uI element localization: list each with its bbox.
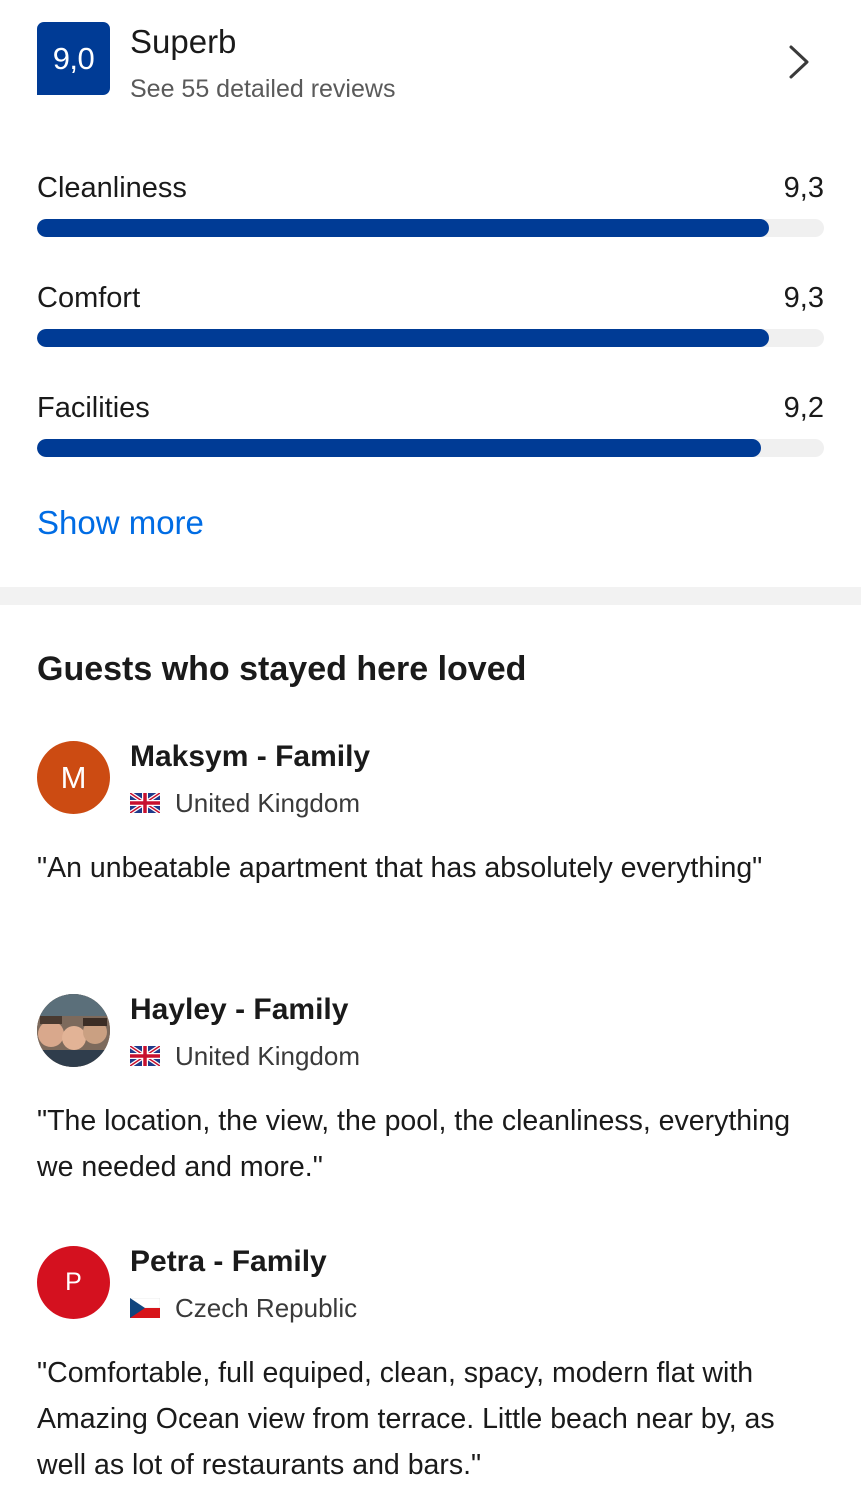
review-text: "Comfortable, full equiped, clean, spacy… bbox=[37, 1357, 775, 1481]
review-text: "The location, the view, the pool, the c… bbox=[37, 1105, 791, 1183]
reviewer-name: Petra - Family bbox=[130, 1245, 327, 1278]
chevron-right-icon[interactable] bbox=[788, 44, 810, 80]
avatar-photo bbox=[37, 994, 110, 1067]
reviewer-country: United Kingdom bbox=[130, 787, 360, 819]
show-more-link[interactable]: Show more bbox=[37, 503, 204, 543]
category-name: Facilities bbox=[37, 392, 150, 424]
reviewer-country: United Kingdom bbox=[130, 1040, 360, 1072]
category-score: 9,2 bbox=[783, 392, 824, 424]
detailed-reviews-link[interactable]: See 55 detailed reviews bbox=[130, 73, 395, 105]
country-name: Czech Republic bbox=[175, 1293, 358, 1323]
category-name: Comfort bbox=[37, 282, 141, 314]
avatar: M bbox=[37, 741, 110, 814]
country-name: United Kingdom bbox=[175, 1041, 360, 1071]
reviewer-name: Hayley - Family bbox=[130, 993, 349, 1026]
review-text: "An unbeatable apartment that has absolu… bbox=[37, 852, 763, 884]
category-facilities: Facilities 9,2 bbox=[37, 390, 824, 470]
uk-flag-icon bbox=[130, 793, 160, 813]
category-name: Cleanliness bbox=[37, 172, 187, 204]
score-bar-fill bbox=[37, 439, 762, 457]
score-bar-fill bbox=[37, 329, 769, 347]
score-bar-track bbox=[37, 329, 824, 347]
score-bar-track bbox=[37, 219, 824, 237]
category-score: 9,3 bbox=[783, 282, 824, 314]
avatar: P bbox=[37, 1246, 110, 1319]
score-bar-track bbox=[37, 439, 824, 457]
czech-flag-icon bbox=[130, 1298, 160, 1318]
country-name: United Kingdom bbox=[175, 788, 360, 818]
reviewer-country: Czech Republic bbox=[130, 1292, 357, 1324]
category-score: 9,3 bbox=[783, 172, 824, 204]
section-title: Guests who stayed here loved bbox=[37, 650, 527, 688]
score-bar-fill bbox=[37, 219, 769, 237]
reviewer-name: Maksym - Family bbox=[130, 740, 371, 773]
category-cleanliness: Cleanliness 9,3 bbox=[37, 170, 824, 250]
uk-flag-icon bbox=[130, 1046, 160, 1066]
review-score-summary[interactable]: 9,0 Superb See 55 detailed reviews bbox=[37, 22, 824, 106]
score-label: Superb bbox=[130, 23, 237, 60]
category-comfort: Comfort 9,3 bbox=[37, 280, 824, 360]
score-badge: 9,0 bbox=[37, 22, 110, 95]
avatar-photo-icon bbox=[37, 994, 110, 1067]
section-divider bbox=[0, 587, 861, 605]
